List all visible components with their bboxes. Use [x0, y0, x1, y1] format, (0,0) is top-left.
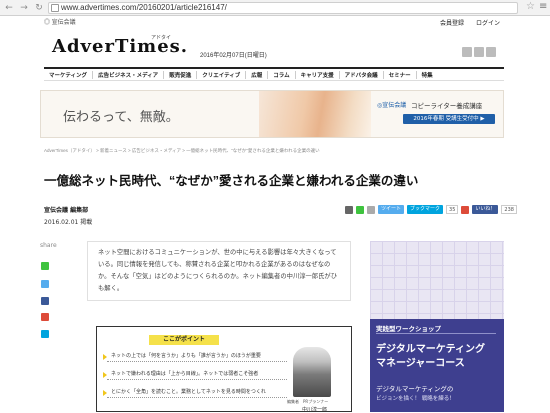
reload-icon[interactable]: ↻ [33, 2, 45, 14]
gplus-icon[interactable] [461, 205, 470, 214]
point-item: ネットの上では「何を言うか」よりも「誰が言うか」のほうが重要 [103, 351, 287, 362]
nav-item[interactable]: アドバタ会議 [340, 70, 384, 79]
facebook-icon[interactable] [486, 47, 496, 57]
breadcrumb[interactable]: AdverTimes（アドタイ） > 新着ニュース > 広告ビジネス・メディア … [44, 148, 320, 154]
article-author[interactable]: 宣伝会議 編集部 [44, 205, 88, 214]
browser-toolbar: ← → ↻ www.advertimes.com/20160201/articl… [0, 0, 550, 16]
ad-panel: 実践型ワークショップ デジタルマーケティング マネージャーコース デジタルマーケ… [370, 319, 504, 412]
banner-course: コピーライター養成講座 [411, 102, 483, 110]
nav-item[interactable]: 特集 [417, 71, 438, 79]
line-share-icon[interactable] [356, 205, 364, 214]
header-social-icons [462, 47, 496, 57]
point-item: ネットで嫌われる理由は「上から目線」。ネットでは弱者こそ強者 [103, 369, 287, 380]
article-tools: ツイート ブックマーク 35 いいね！ 238 [345, 205, 517, 214]
bookmark-count: 35 [446, 205, 459, 214]
line-icon[interactable] [41, 262, 49, 270]
nav-item[interactable]: 販売促進 [164, 70, 198, 79]
site-logo-sub: アドタイ [151, 35, 172, 41]
nav-item[interactable]: セミナー [384, 70, 417, 79]
address-bar[interactable]: www.advertimes.com/20160201/article21614… [48, 2, 518, 14]
side-ad[interactable]: 実践型ワークショップ デジタルマーケティング マネージャーコース デジタルマーケ… [370, 241, 504, 412]
banner-logo: ◎宣伝会議 [377, 102, 407, 109]
ad-title-line1: デジタルマーケティング [376, 344, 485, 355]
article-title: 一億総ネット民時代、“なぜか”愛される企業と嫌われる企業の違い [44, 174, 419, 188]
hatena-icon[interactable] [41, 330, 49, 338]
ad-divider [376, 333, 496, 334]
site-top-bar: ◎ 宣伝会議 会員登録 ログイン [0, 16, 550, 31]
ad-title-line2: マネージャーコース [376, 358, 465, 369]
nav-item[interactable]: 広報 [246, 70, 269, 79]
point-item: とにかく「全角」を読むこと。業務としてネットを見る時間をつくれ [103, 387, 287, 398]
tweet-button[interactable]: ツイート [378, 205, 405, 214]
nav-item[interactable]: キャリア支援 [296, 70, 340, 79]
star-icon[interactable]: ☆ [526, 1, 535, 12]
editor-photo [293, 347, 331, 397]
main-nav: マーケティング 広告ビジネス・メディア 販売促進 クリエイティブ 広報 コラム キャリア支援… [44, 67, 504, 81]
page-icon [51, 4, 59, 12]
nav-item[interactable]: マーケティング [44, 70, 94, 79]
facebook-icon[interactable] [41, 297, 49, 305]
twitter-icon[interactable] [474, 47, 484, 57]
editor-role: 編集者 PRプランナー [287, 399, 329, 404]
banner-headline: 伝わるって、無敵。 [63, 109, 179, 124]
twitter-icon[interactable] [41, 280, 49, 288]
back-arrow-icon[interactable]: ← [3, 2, 15, 14]
forward-arrow-icon[interactable]: → [18, 2, 30, 14]
like-count: 238 [501, 205, 517, 214]
url-text: www.advertimes.com/20160201/article21614… [61, 3, 227, 12]
points-heading: ここがポイント [149, 335, 219, 345]
article-lead: ネット空間におけるコミュニケーションが、世の中に与える影響は年々大きくなっている… [87, 241, 351, 301]
hatena-bookmark-button[interactable]: ブックマーク [407, 205, 444, 214]
ad-grid-graphic [370, 241, 504, 321]
article-date: 2016.02.01 掲載 [44, 219, 93, 226]
key-points-box: ここがポイント ネットの上では「何を言うか」よりも「誰が言うか」のほうが重要 ネ… [96, 326, 352, 413]
banner-photo [259, 91, 371, 137]
mail-icon[interactable] [367, 205, 375, 214]
account-links: 会員登録 ログイン [440, 16, 500, 31]
ad-tag: 実践型ワークショップ [376, 325, 441, 333]
senden-kaigi-link[interactable]: ◎ 宣伝会議 [44, 16, 76, 31]
nav-item[interactable]: コラム [268, 70, 296, 79]
nav-item[interactable]: クリエイティブ [197, 70, 247, 79]
top-banner-ad[interactable]: 伝わるって、無敵。 ◎宣伝会議 コピーライター養成講座 2016年春期 受講生受… [40, 90, 504, 138]
gplus-icon[interactable] [41, 313, 49, 321]
share-label: share [40, 242, 57, 249]
ad-sub-line2: ビジョンを描く！ 戦略を練る！ [376, 396, 455, 402]
current-date: 2016年02月07日(日曜日) [200, 53, 267, 59]
register-link[interactable]: 会員登録 [440, 16, 464, 31]
hamburger-menu-icon[interactable]: ≡ [539, 1, 547, 12]
banner-cta-button[interactable]: 2016年春期 受講生受付中 ▶ [403, 114, 495, 124]
nav-item[interactable]: 広告ビジネス・メディア [93, 70, 165, 79]
login-link[interactable]: ログイン [476, 16, 500, 31]
ad-sub-line1: デジタルマーケティングの [376, 385, 454, 393]
facebook-like-button[interactable]: いいね！ [472, 205, 499, 214]
print-icon[interactable] [345, 205, 353, 214]
rss-icon[interactable] [462, 47, 472, 57]
